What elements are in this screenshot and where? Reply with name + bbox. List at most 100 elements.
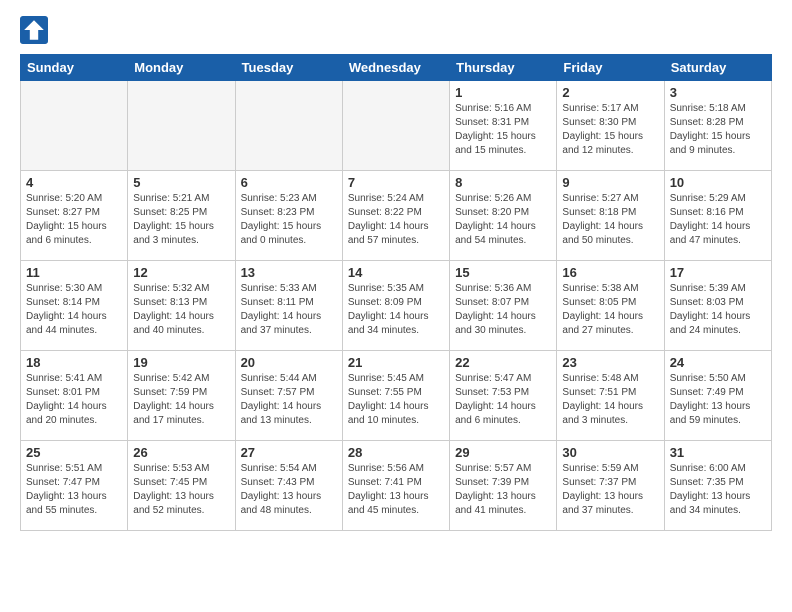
calendar-cell: 30 Sunrise: 5:59 AM Sunset: 7:37 PM Dayli… [557,441,664,531]
day-content: Sunrise: 5:23 AM Sunset: 8:23 PM Dayligh… [241,192,337,248]
calendar-cell: 31Sunrise: 6:00 AM Sunset: 7:35 PM Dayli… [664,441,771,531]
day-content: Sunrise: 5:51 AM Sunset: 7:47 PM Dayligh… [26,462,122,518]
day-number: 6 [241,175,337,190]
day-number: 3 [670,85,766,100]
day-number: 7 [348,175,444,190]
day-content: Sunrise: 5:47 AM Sunset: 7:53 PM Dayligh… [455,372,551,428]
day-number: 12 [133,265,229,280]
day-content: Sunrise: 5:56 AM Sunset: 7:41 PM Dayligh… [348,462,444,518]
calendar-cell: 14Sunrise: 5:35 AM Sunset: 8:09 PM Dayli… [342,261,449,351]
day-content: Sunrise: 5:39 AM Sunset: 8:03 PM Dayligh… [670,282,766,338]
calendar-cell: 19 Sunrise: 5:42 AM Sunset: 7:59 PM Dayli… [128,351,235,441]
calendar-cell: 16Sunrise: 5:38 AM Sunset: 8:05 PM Dayli… [557,261,664,351]
day-content: Sunrise: 5:48 AM Sunset: 7:51 PM Dayligh… [562,372,658,428]
calendar-cell [342,81,449,171]
day-number: 25 [26,445,122,460]
calendar-cell: 1 Sunrise: 5:16 AM Sunset: 8:31 PM Daylig… [450,81,557,171]
day-number: 18 [26,355,122,370]
day-content: Sunrise: 6:00 AM Sunset: 7:35 PM Dayligh… [670,462,766,518]
calendar-cell: 25 Sunrise: 5:51 AM Sunset: 7:47 PM Dayli… [21,441,128,531]
calendar-cell: 7Sunrise: 5:24 AM Sunset: 8:22 PM Daylig… [342,171,449,261]
calendar-cell: 28Sunrise: 5:56 AM Sunset: 7:41 PM Dayli… [342,441,449,531]
calendar-cell: 17 Sunrise: 5:39 AM Sunset: 8:03 PM Dayli… [664,261,771,351]
calendar-cell [235,81,342,171]
day-number: 5 [133,175,229,190]
day-number: 23 [562,355,658,370]
day-number: 9 [562,175,658,190]
day-content: Sunrise: 5:36 AM Sunset: 8:07 PM Dayligh… [455,282,551,338]
calendar-cell: 12 Sunrise: 5:32 AM Sunset: 8:13 PM Dayli… [128,261,235,351]
calendar-cell: 26 Sunrise: 5:53 AM Sunset: 7:45 PM Dayli… [128,441,235,531]
weekday-header: Thursday [450,55,557,81]
day-number: 22 [455,355,551,370]
calendar-cell: 8 Sunrise: 5:26 AM Sunset: 8:20 PM Daylig… [450,171,557,261]
day-number: 19 [133,355,229,370]
day-number: 27 [241,445,337,460]
day-number: 11 [26,265,122,280]
weekday-header: Sunday [21,55,128,81]
calendar-week-row: 4Sunrise: 5:20 AM Sunset: 8:27 PM Daylig… [21,171,772,261]
day-content: Sunrise: 5:33 AM Sunset: 8:11 PM Dayligh… [241,282,337,338]
calendar-cell: 22 Sunrise: 5:47 AM Sunset: 7:53 PM Dayli… [450,351,557,441]
calendar-cell: 6 Sunrise: 5:23 AM Sunset: 8:23 PM Daylig… [235,171,342,261]
calendar-cell: 24Sunrise: 5:50 AM Sunset: 7:49 PM Dayli… [664,351,771,441]
day-number: 26 [133,445,229,460]
day-number: 20 [241,355,337,370]
day-content: Sunrise: 5:30 AM Sunset: 8:14 PM Dayligh… [26,282,122,338]
day-content: Sunrise: 5:50 AM Sunset: 7:49 PM Dayligh… [670,372,766,428]
calendar-cell [128,81,235,171]
day-number: 21 [348,355,444,370]
weekday-header: Tuesday [235,55,342,81]
day-content: Sunrise: 5:41 AM Sunset: 8:01 PM Dayligh… [26,372,122,428]
weekday-header: Monday [128,55,235,81]
day-content: Sunrise: 5:27 AM Sunset: 8:18 PM Dayligh… [562,192,658,248]
calendar-cell: 2Sunrise: 5:17 AM Sunset: 8:30 PM Daylig… [557,81,664,171]
day-content: Sunrise: 5:16 AM Sunset: 8:31 PM Dayligh… [455,102,551,158]
day-number: 17 [670,265,766,280]
logo [20,16,52,44]
day-number: 14 [348,265,444,280]
day-content: Sunrise: 5:42 AM Sunset: 7:59 PM Dayligh… [133,372,229,428]
day-content: Sunrise: 5:53 AM Sunset: 7:45 PM Dayligh… [133,462,229,518]
calendar-cell: 4Sunrise: 5:20 AM Sunset: 8:27 PM Daylig… [21,171,128,261]
calendar-cell: 18 Sunrise: 5:41 AM Sunset: 8:01 PM Dayli… [21,351,128,441]
calendar-cell: 5 Sunrise: 5:21 AM Sunset: 8:25 PM Daylig… [128,171,235,261]
day-content: Sunrise: 5:54 AM Sunset: 7:43 PM Dayligh… [241,462,337,518]
day-content: Sunrise: 5:21 AM Sunset: 8:25 PM Dayligh… [133,192,229,248]
day-content: Sunrise: 5:20 AM Sunset: 8:27 PM Dayligh… [26,192,122,248]
calendar-cell: 9 Sunrise: 5:27 AM Sunset: 8:18 PM Daylig… [557,171,664,261]
calendar-table: SundayMondayTuesdayWednesdayThursdayFrid… [20,54,772,531]
day-content: Sunrise: 5:32 AM Sunset: 8:13 PM Dayligh… [133,282,229,338]
weekday-header: Wednesday [342,55,449,81]
day-number: 29 [455,445,551,460]
calendar-cell: 20 Sunrise: 5:44 AM Sunset: 7:57 PM Dayli… [235,351,342,441]
day-content: Sunrise: 5:18 AM Sunset: 8:28 PM Dayligh… [670,102,766,158]
weekday-header: Friday [557,55,664,81]
calendar-cell: 29 Sunrise: 5:57 AM Sunset: 7:39 PM Dayli… [450,441,557,531]
calendar-cell: 10Sunrise: 5:29 AM Sunset: 8:16 PM Dayli… [664,171,771,261]
calendar-cell: 11 Sunrise: 5:30 AM Sunset: 8:14 PM Dayli… [21,261,128,351]
calendar-cell: 23 Sunrise: 5:48 AM Sunset: 7:51 PM Dayli… [557,351,664,441]
day-number: 15 [455,265,551,280]
day-content: Sunrise: 5:45 AM Sunset: 7:55 PM Dayligh… [348,372,444,428]
calendar-week-row: 18 Sunrise: 5:41 AM Sunset: 8:01 PM Dayli… [21,351,772,441]
day-content: Sunrise: 5:44 AM Sunset: 7:57 PM Dayligh… [241,372,337,428]
day-number: 1 [455,85,551,100]
calendar-cell: 21 Sunrise: 5:45 AM Sunset: 7:55 PM Dayli… [342,351,449,441]
day-number: 10 [670,175,766,190]
logo-icon [20,16,48,44]
day-number: 30 [562,445,658,460]
day-content: Sunrise: 5:26 AM Sunset: 8:20 PM Dayligh… [455,192,551,248]
day-content: Sunrise: 5:38 AM Sunset: 8:05 PM Dayligh… [562,282,658,338]
header [20,16,772,44]
calendar-cell: 3 Sunrise: 5:18 AM Sunset: 8:28 PM Daylig… [664,81,771,171]
day-content: Sunrise: 5:57 AM Sunset: 7:39 PM Dayligh… [455,462,551,518]
weekday-header-row: SundayMondayTuesdayWednesdayThursdayFrid… [21,55,772,81]
day-content: Sunrise: 5:59 AM Sunset: 7:37 PM Dayligh… [562,462,658,518]
calendar-cell [21,81,128,171]
weekday-header: Saturday [664,55,771,81]
day-number: 8 [455,175,551,190]
page-container: SundayMondayTuesdayWednesdayThursdayFrid… [0,0,792,541]
calendar-cell: 13Sunrise: 5:33 AM Sunset: 8:11 PM Dayli… [235,261,342,351]
day-content: Sunrise: 5:17 AM Sunset: 8:30 PM Dayligh… [562,102,658,158]
